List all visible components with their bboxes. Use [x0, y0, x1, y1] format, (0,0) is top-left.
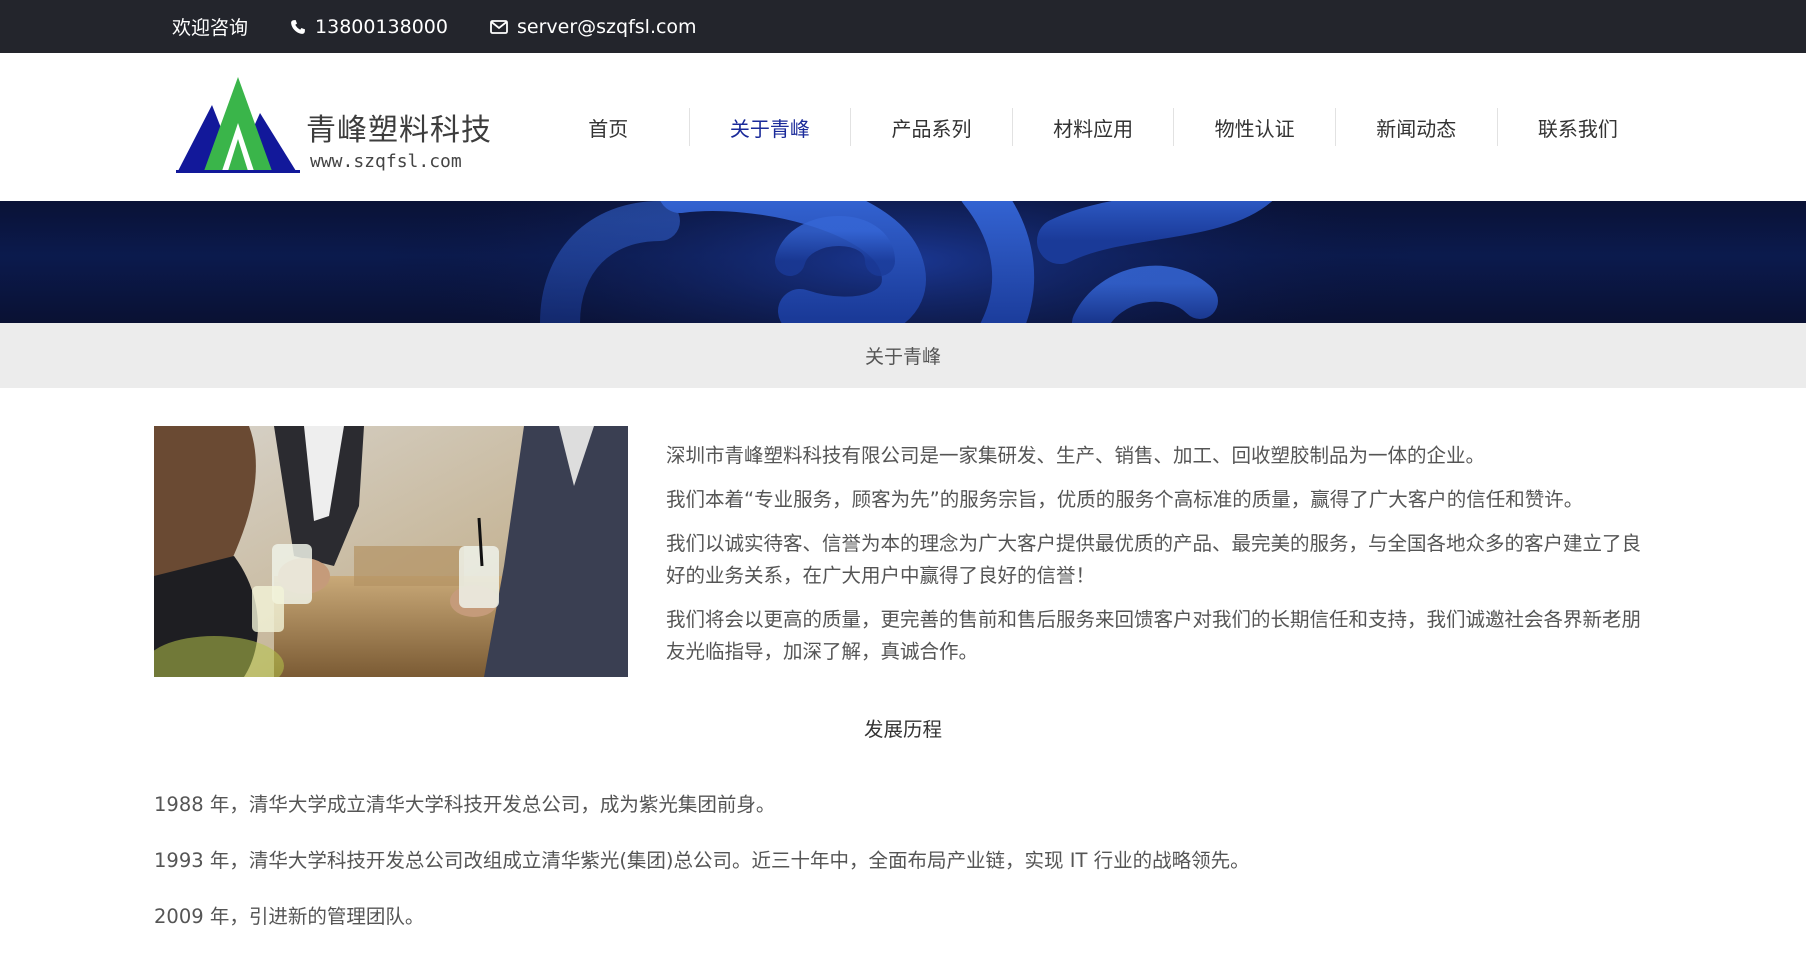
intro-paragraph: 深圳市青峰塑料科技有限公司是一家集研发、生产、销售、加工、回收塑胶制品为一体的企… — [666, 444, 1486, 467]
site-logo[interactable]: 青峰塑料科技 www.szqfsl.com — [176, 75, 496, 183]
email-contact[interactable]: server@szqfsl.com — [490, 16, 697, 38]
intro-paragraph: 我们以诚实待客、信誉为本的理念为广大客户提供最优质的产品、最完美的服务，与全国各… — [666, 532, 1642, 587]
phone-contact[interactable]: 13800138000 — [290, 16, 448, 38]
intro-paragraph: 我们将会以更高的质量，更完善的售前和售后服务来回馈客户对我们的长期信任和支持，我… — [666, 608, 1642, 663]
section-title-bar: 关于青峰 — [0, 323, 1806, 388]
phone-number[interactable]: 13800138000 — [315, 16, 448, 38]
logo-company-name: 青峰塑料科技 — [306, 113, 492, 148]
company-intro: 深圳市青峰塑料科技有限公司是一家集研发、生产、销售、加工、回收塑胶制品为一体的企… — [666, 440, 1656, 680]
nav-news[interactable]: 新闻动态 — [1336, 113, 1497, 142]
section-title: 关于青峰 — [864, 346, 941, 368]
business-toast-photo — [154, 426, 628, 677]
main-nav: 首页 关于青峰 产品系列 材料应用 物性认证 新闻动态 联系我们 — [528, 53, 1658, 201]
envelope-icon — [490, 19, 508, 34]
history-item: 2009 年，引进新的管理团队。 — [154, 905, 425, 928]
history-title: 发展历程 — [863, 718, 942, 741]
phone-icon — [290, 19, 306, 35]
hero-banner — [0, 201, 1806, 323]
nav-products[interactable]: 产品系列 — [851, 113, 1012, 142]
site-header: 青峰塑料科技 www.szqfsl.com 首页 关于青峰 产品系列 材料应用 … — [0, 53, 1806, 201]
welcome-text: 欢迎咨询 — [172, 17, 249, 39]
nav-certification[interactable]: 物性认证 — [1174, 113, 1335, 142]
banner-artwork — [380, 201, 1420, 323]
nav-contact[interactable]: 联系我们 — [1498, 113, 1659, 142]
nav-applications[interactable]: 材料应用 — [1013, 113, 1174, 142]
intro-paragraph: 我们本着“专业服务，顾客为先”的服务宗旨，优质的服务个高标准的质量，赢得了广大客… — [666, 488, 1584, 511]
nav-home[interactable]: 首页 — [528, 113, 689, 142]
email-address[interactable]: server@szqfsl.com — [517, 16, 697, 38]
logo-website: www.szqfsl.com — [310, 151, 462, 172]
top-contact-bar: 欢迎咨询 13800138000 server@szqfsl.com — [0, 0, 1806, 53]
nav-about[interactable]: 关于青峰 — [690, 113, 851, 142]
logo-mountains-icon — [176, 77, 300, 173]
history-item: 1988 年，清华大学成立清华大学科技开发总公司，成为紫光集团前身。 — [154, 793, 776, 816]
history-item: 1993 年，清华大学科技开发总公司改组成立清华紫光(集团)总公司。近三十年中，… — [154, 849, 1250, 872]
history-list: 1988 年，清华大学成立清华大学科技开发总公司，成为紫光集团前身。 1993 … — [154, 790, 1654, 958]
